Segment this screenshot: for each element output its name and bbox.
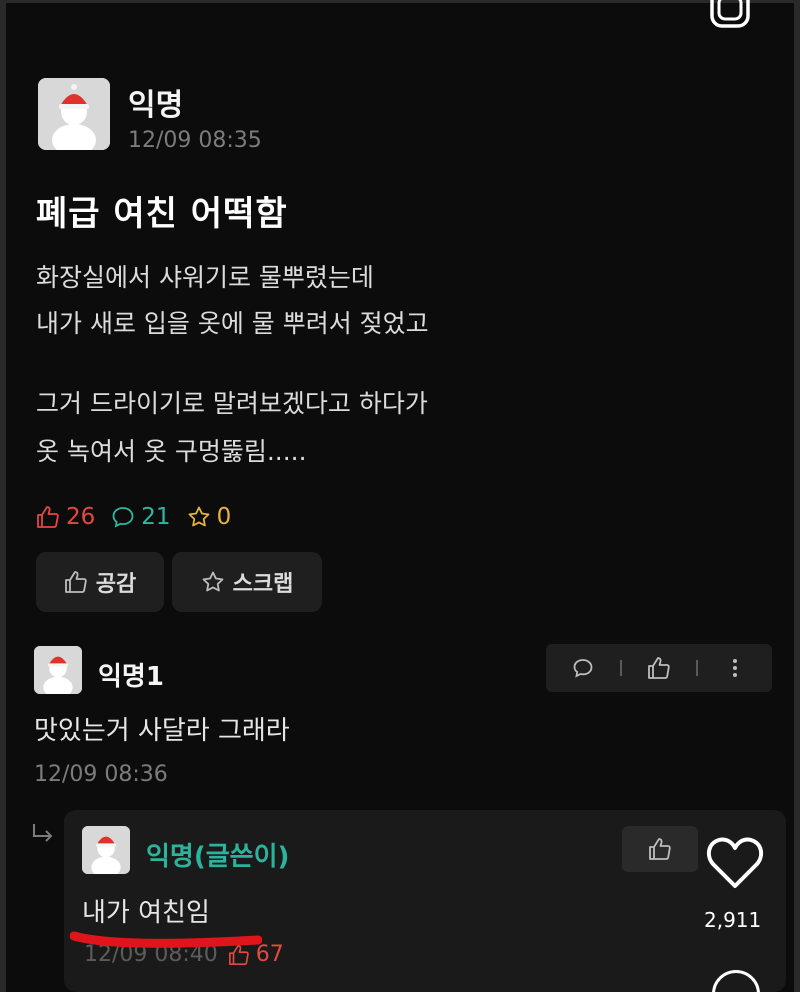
comment-author-name: 익명1	[98, 662, 164, 692]
snowman-icon	[34, 646, 82, 694]
comment-timestamp: 12/09 08:36	[34, 762, 168, 787]
comment-bubble-icon	[112, 507, 134, 528]
thumbs-up-icon	[64, 571, 87, 593]
scrap-button[interactable]: 스크랩	[172, 552, 322, 612]
frame-left-border	[0, 0, 6, 992]
more-options-icon[interactable]	[723, 656, 747, 680]
post-body-line: 옷 녹여서 옷 구멍뚫림.....	[36, 437, 307, 466]
divider	[619, 660, 622, 676]
snowman-icon	[38, 78, 110, 150]
comment-text: 맛있는거 사달라 그래라	[34, 716, 290, 746]
frame-top-border	[0, 0, 800, 3]
thumbs-up-icon	[649, 838, 671, 860]
scrap-count-value: 0	[216, 504, 232, 530]
divider	[696, 660, 699, 676]
post-title: 폐급 여친 어떡함	[36, 194, 288, 234]
thumbs-up-icon[interactable]	[647, 656, 671, 680]
reply-author-name: 익명(글쓴이)	[146, 842, 290, 872]
reply-icon[interactable]	[571, 656, 595, 680]
like-count: 26	[36, 504, 95, 530]
comment-count-value: 21	[141, 504, 171, 530]
star-icon	[202, 571, 224, 592]
post-body-line: 내가 새로 입을 옷에 물 뿌려서 젖었고	[36, 309, 429, 338]
reels-icon[interactable]	[708, 0, 752, 30]
frame-right-border	[794, 0, 800, 992]
like-count-value: 26	[66, 504, 96, 530]
heart-icon[interactable]	[706, 836, 764, 890]
post-body-line: 그거 드라이기로 말려보겠다고 하다가	[36, 389, 428, 418]
heart-count: 2,911	[704, 908, 762, 932]
star-icon	[188, 506, 209, 527]
reply-text: 내가 여친임	[82, 898, 210, 928]
post-body-line: 화장실에서 샤워기로 물뿌렸는데	[36, 263, 374, 292]
comment-count: 21	[111, 504, 171, 530]
post-timestamp: 12/09 08:35	[128, 128, 262, 153]
reply-like-button[interactable]	[622, 826, 698, 872]
thumbs-up-icon	[37, 506, 59, 528]
post-stats: 26 21 0	[36, 504, 231, 530]
post-author-name: 익명	[128, 88, 184, 123]
comment-action-bar	[546, 644, 772, 692]
like-button-label: 공감	[95, 572, 137, 597]
like-button[interactable]: 공감	[36, 552, 164, 612]
scrap-button-label: 스크랩	[232, 572, 294, 597]
scrap-count: 0	[187, 504, 232, 530]
comment-author-avatar	[34, 646, 82, 694]
reply-arrow-icon	[33, 824, 53, 842]
snowman-icon	[82, 826, 130, 874]
reply-author-avatar	[82, 826, 130, 874]
post-author-avatar	[38, 78, 110, 150]
red-underline-mark	[70, 931, 262, 948]
